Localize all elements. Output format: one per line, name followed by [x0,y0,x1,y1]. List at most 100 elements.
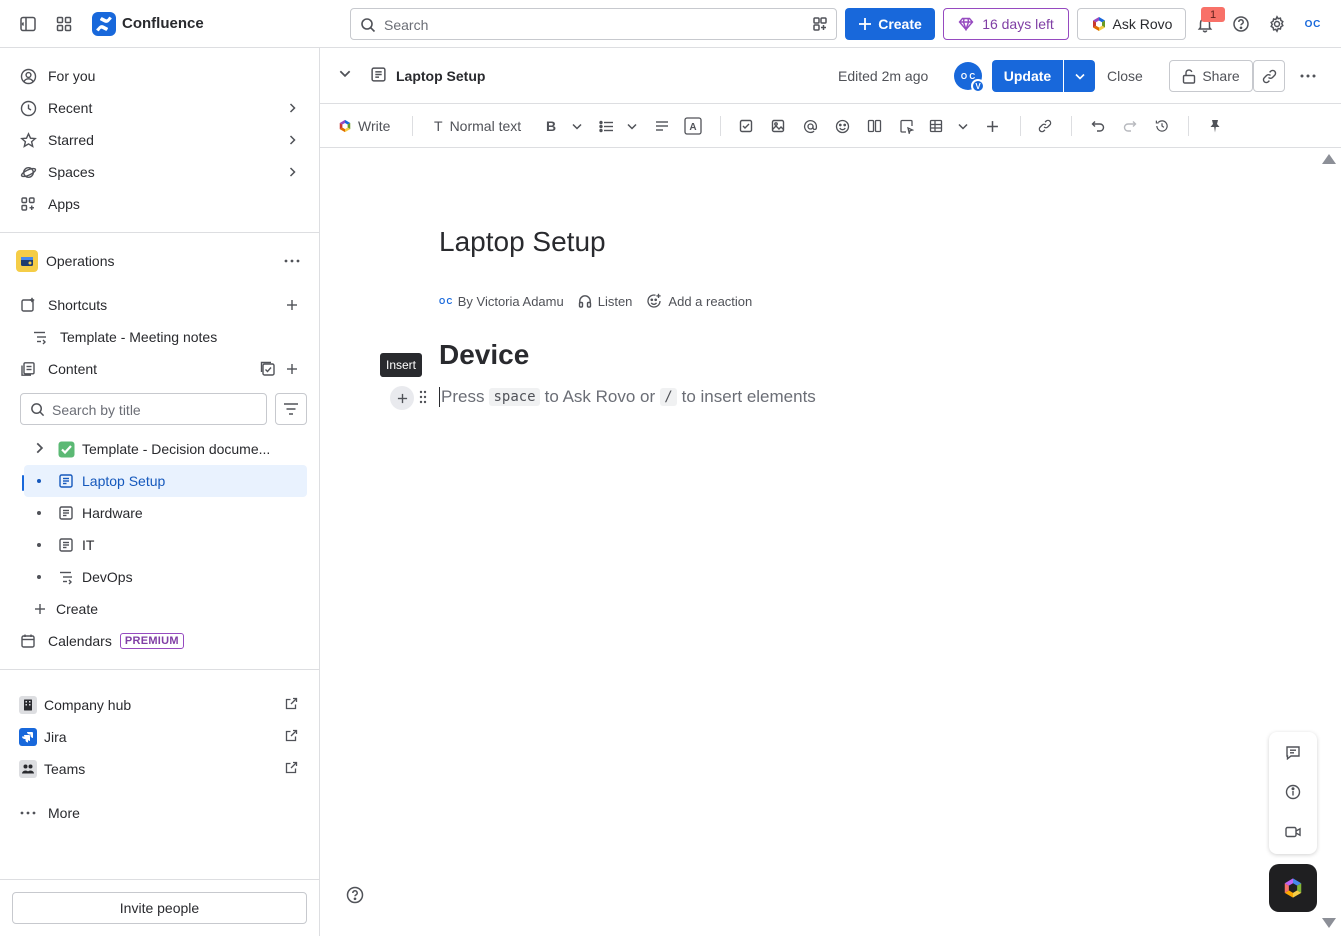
chevron-down-icon[interactable] [957,116,969,136]
video-icon[interactable] [1283,822,1303,842]
sidebar-item-recent[interactable]: Recent [12,92,308,124]
space-operations[interactable]: Operations [12,245,308,277]
invite-people-button[interactable]: Invite people [12,892,307,924]
chevron-right-icon[interactable] [282,162,302,182]
table-icon[interactable] [929,116,943,136]
write-label: Write [358,118,391,134]
tree-item-it[interactable]: IT [24,529,307,561]
ask-rovo-button[interactable]: Ask Rovo [1077,8,1186,40]
confluence-logo-icon[interactable] [92,12,116,36]
document-heading[interactable]: Device [439,339,529,371]
tree-item-decision-template[interactable]: Template - Decision docume... [24,433,307,465]
bold-icon[interactable]: B [546,116,556,136]
text-style-dropdown[interactable]: T Normal text [434,116,521,136]
calendars-label: Calendars [48,633,112,649]
chevron-down-icon[interactable] [626,116,638,136]
app-switcher-icon[interactable] [52,12,76,36]
external-link-icon[interactable] [285,697,298,710]
info-icon[interactable] [1283,782,1303,802]
link-icon[interactable] [1038,116,1052,136]
new-from-template-icon[interactable] [258,359,278,379]
quote-block-icon[interactable] [899,116,914,136]
insert-element-button[interactable] [390,386,414,410]
create-button[interactable]: Create [845,8,935,40]
version-history-icon[interactable] [1155,116,1169,136]
app-link-teams[interactable]: Teams [12,753,308,785]
rovo-chat-button[interactable] [1269,864,1317,912]
sidebar-item-shortcuts[interactable]: Shortcuts [12,289,308,321]
more-actions-icon[interactable] [1296,64,1320,88]
pin-toolbar-icon[interactable] [1209,116,1221,136]
sidebar-item-more[interactable]: More [12,797,308,829]
brand-name[interactable]: Confluence [122,15,204,32]
byline-author[interactable]: O C By Victoria Adamu [439,294,564,309]
share-button[interactable]: Share [1169,60,1253,92]
mention-icon[interactable] [803,116,818,136]
external-link-icon[interactable] [285,729,298,742]
copy-link-button[interactable] [1253,60,1285,92]
chevron-down-icon[interactable] [338,66,352,80]
create-page-button[interactable]: Create [12,593,308,625]
undo-icon[interactable] [1091,116,1105,136]
sidebar-item-calendars[interactable]: Calendars PREMIUM [12,625,308,657]
sidebar-item-spaces[interactable]: Spaces [12,156,308,188]
top-navigation-bar: Confluence Search Create 16 days left As… [0,0,1341,48]
layout-columns-icon[interactable] [867,116,882,136]
update-button[interactable]: Update [992,60,1063,92]
sidebar-toggle-icon[interactable] [16,12,40,36]
scroll-down-arrow-icon[interactable] [1322,918,1336,928]
tree-item-laptop-setup[interactable]: Laptop Setup [24,465,307,497]
scroll-up-arrow-icon[interactable] [1322,154,1336,164]
add-shortcut-plus-icon[interactable] [282,295,302,315]
emoji-icon[interactable] [835,116,850,136]
sidebar-item-apps[interactable]: Apps [12,188,308,220]
filter-button[interactable] [275,393,307,425]
shortcut-item-meeting-notes[interactable]: Template - Meeting notes [12,321,308,353]
listen-button[interactable]: Listen [578,294,632,309]
sidebar-item-for-you[interactable]: For you [12,60,308,92]
update-options-dropdown[interactable] [1064,60,1095,92]
comments-icon[interactable] [1283,742,1303,762]
add-reaction-button[interactable]: Add a reaction [646,293,752,309]
trial-days-button[interactable]: 16 days left [943,8,1069,40]
task-checkbox-icon[interactable] [739,116,753,136]
app-link-jira[interactable]: Jira [12,721,308,753]
external-link-icon[interactable] [285,761,298,774]
keyboard-key: space [489,388,540,406]
sidebar-item-content[interactable]: Content [12,353,308,385]
sidebar-item-starred[interactable]: Starred [12,124,308,156]
tree-item-hardware[interactable]: Hardware [24,497,307,529]
insert-plus-icon[interactable] [986,116,999,136]
image-icon[interactable] [771,116,785,136]
chevron-right-icon[interactable] [282,98,302,118]
user-avatar[interactable]: O C [1300,12,1324,36]
help-icon[interactable] [346,886,364,904]
keyboard-key: / [660,388,677,406]
chevron-right-icon[interactable] [282,130,302,150]
settings-gear-icon[interactable] [1265,12,1289,36]
building-icon [19,696,37,714]
editor-placeholder[interactable]: Press space to Ask Rovo or / to insert e… [439,387,816,407]
search-filter-icon[interactable] [812,16,828,32]
align-left-icon[interactable] [655,116,669,136]
write-ai-button[interactable]: Write [338,116,390,136]
diamond-icon [958,17,974,31]
bullet-list-icon[interactable] [599,116,614,136]
chevron-down-icon[interactable] [571,116,583,136]
document-title[interactable]: Laptop Setup [439,226,606,258]
add-content-plus-icon[interactable] [282,359,302,379]
page-title[interactable]: Laptop Setup [396,68,485,84]
global-search-input[interactable]: Search [350,8,837,40]
tree-item-devops[interactable]: DevOps [24,561,307,593]
more-options-icon[interactable] [282,251,302,271]
drag-handle-icon[interactable] [419,390,427,404]
chevron-right-icon[interactable] [32,441,46,455]
app-link-company-hub[interactable]: Company hub [12,689,308,721]
help-icon[interactable] [1229,12,1253,36]
text-color-icon[interactable]: A [684,116,702,136]
toolbar-separator [412,116,413,136]
redo-icon[interactable] [1123,116,1137,136]
content-search-input[interactable]: Search by title [20,393,267,425]
tree-bullet [37,511,41,515]
close-button[interactable]: Close [1107,68,1143,84]
